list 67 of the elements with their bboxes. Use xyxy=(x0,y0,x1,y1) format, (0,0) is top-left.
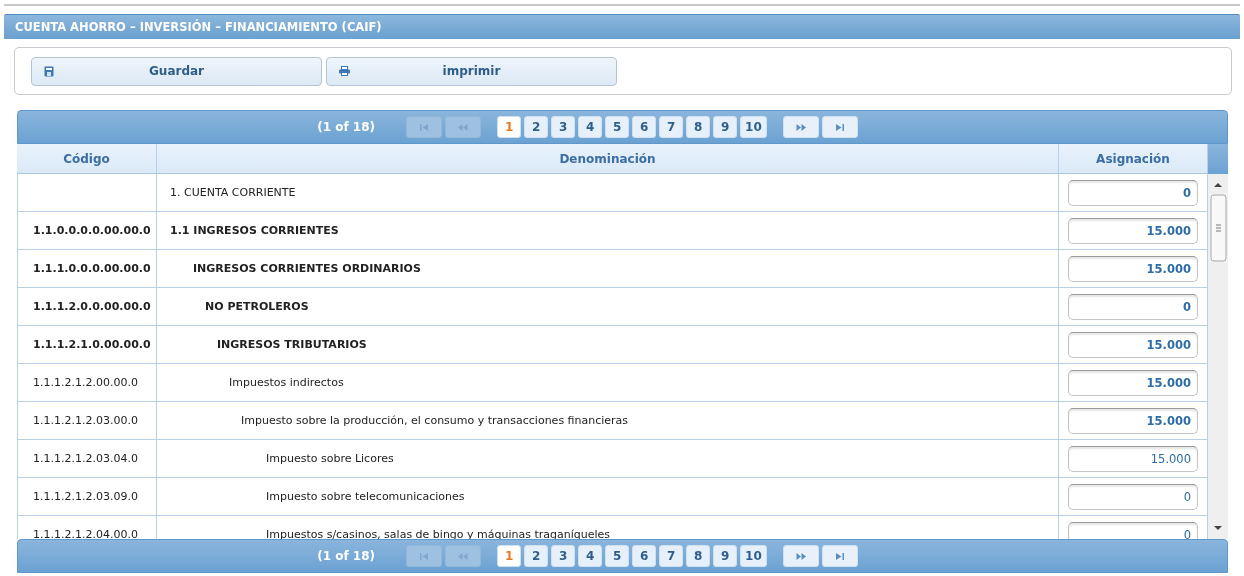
amount-field[interactable]: 15.000 xyxy=(1068,255,1198,282)
column-header: Denominación xyxy=(157,144,1059,174)
page-button[interactable]: 10 xyxy=(740,116,767,138)
table-cell: 1.1.1.2.1.2.03.04.0 xyxy=(17,440,157,477)
table-cell: Impuesto sobre la producción, el consumo y transacciones financieras xyxy=(157,402,1059,439)
printer-icon xyxy=(339,65,350,76)
last-page-button[interactable] xyxy=(821,116,858,138)
table-cell: NO PETROLEROS xyxy=(157,288,1059,325)
amount-field[interactable]: 15.000 xyxy=(1068,369,1198,396)
print-button[interactable]: imprimir xyxy=(326,56,617,86)
table-cell: INGRESOS TRIBUTARIOS xyxy=(157,326,1059,363)
column-header: Código xyxy=(17,144,157,174)
page-summary: (1 of 18) xyxy=(317,549,376,563)
save-button[interactable]: Guardar xyxy=(31,56,322,86)
window-title: CUENTA AHORRO – INVERSIÓN – FINANCIAMIENTO (CAIF) xyxy=(4,14,1240,39)
page-button[interactable]: 10 xyxy=(740,545,767,567)
page-button[interactable]: 7 xyxy=(659,545,684,567)
table-cell: INGRESOS CORRIENTES ORDINARIOS xyxy=(157,250,1059,287)
amount-field[interactable]: 15.000 xyxy=(1068,217,1198,244)
scrollbar[interactable] xyxy=(1208,174,1228,539)
page-button[interactable]: 3 xyxy=(551,116,576,138)
table-cell: 1.1.1.2.1.2.00.00.0 xyxy=(17,364,157,401)
table-cell: Impuestos indirectos xyxy=(157,364,1059,401)
page-button[interactable]: 9 xyxy=(713,545,738,567)
table-cell: 1.1.1.0.0.0.00.00.0 xyxy=(17,250,157,287)
table-cell: 1.1.1.2.1.2.03.00.0 xyxy=(17,402,157,439)
next-page-button[interactable] xyxy=(782,545,819,567)
next-page-button[interactable] xyxy=(782,116,819,138)
page-button[interactable]: 5 xyxy=(605,545,630,567)
table-cell: 1.1.0.0.0.0.00.00.0 xyxy=(17,212,157,249)
page-button[interactable]: 4 xyxy=(578,116,603,138)
page-button[interactable]: 2 xyxy=(524,545,549,567)
double-left-arrow-icon xyxy=(458,123,469,131)
table-cell: 1.1.1.2.1.0.00.00.0 xyxy=(17,326,157,363)
amount-field[interactable]: 0 xyxy=(1068,179,1198,206)
page-button[interactable]: 6 xyxy=(632,545,657,567)
save-icon xyxy=(44,65,54,77)
amount-field[interactable]: 15.000 xyxy=(1068,445,1198,472)
last-page-icon xyxy=(834,552,845,560)
page-button[interactable]: 8 xyxy=(686,545,711,567)
page-button[interactable]: 2 xyxy=(524,116,549,138)
table-cell: Impuesto sobre Licores xyxy=(157,440,1059,477)
amount-field[interactable]: 15.000 xyxy=(1068,407,1198,434)
first-page-icon xyxy=(419,552,430,560)
double-right-arrow-icon xyxy=(795,552,806,560)
last-page-icon xyxy=(834,123,845,131)
page-button[interactable]: 7 xyxy=(659,116,684,138)
page-button[interactable]: 4 xyxy=(578,545,603,567)
amount-field[interactable]: 0 xyxy=(1068,521,1198,539)
double-left-arrow-icon xyxy=(458,552,469,560)
table-cell: 1.1 INGRESOS CORRIENTES xyxy=(157,212,1059,249)
amount-field[interactable]: 0 xyxy=(1068,483,1198,510)
page-button[interactable]: 6 xyxy=(632,116,657,138)
page-button[interactable]: 9 xyxy=(713,116,738,138)
page-summary: (1 of 18) xyxy=(317,120,376,134)
page-button[interactable]: 8 xyxy=(686,116,711,138)
page-button[interactable]: 3 xyxy=(551,545,576,567)
first-page-icon xyxy=(419,123,430,131)
last-page-button[interactable] xyxy=(821,545,858,567)
table-cell: 1.1.1.2.1.2.03.09.0 xyxy=(17,478,157,515)
amount-field[interactable]: 0 xyxy=(1068,293,1198,320)
amount-field[interactable]: 15.000 xyxy=(1068,331,1198,358)
table-cell: Impuesto sobre telecomunicaciones xyxy=(157,478,1059,515)
table-cell: 1.1.1.2.0.0.00.00.0 xyxy=(17,288,157,325)
table-cell: 1. CUENTA CORRIENTE xyxy=(157,174,1059,211)
double-right-arrow-icon xyxy=(795,123,806,131)
page-button[interactable]: 5 xyxy=(605,116,630,138)
